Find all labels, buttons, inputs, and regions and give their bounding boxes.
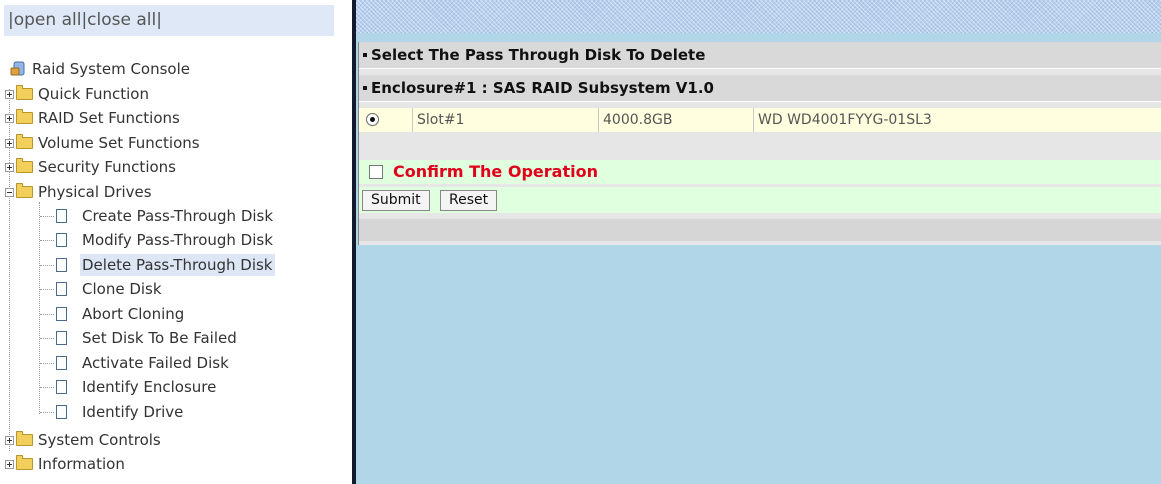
tree-connector xyxy=(40,412,54,413)
tree-item-set-disk-to-be-failed[interactable]: Set Disk To Be Failed xyxy=(0,327,340,349)
document-icon xyxy=(56,356,67,370)
form-title: Select The Pass Through Disk To Delete xyxy=(371,46,706,64)
disk-radio-button[interactable] xyxy=(366,113,379,126)
tree-folder-volume-set-functions[interactable]: Volume Set Functions xyxy=(0,132,340,154)
document-icon xyxy=(56,307,67,321)
tree-item-label: Identify Enclosure xyxy=(82,378,217,396)
document-icon xyxy=(56,331,67,345)
tree-item-activate-failed-disk[interactable]: Activate Failed Disk xyxy=(0,352,340,374)
expand-plus-icon[interactable] xyxy=(5,139,14,148)
tree-connector xyxy=(40,289,54,290)
expand-plus-icon[interactable] xyxy=(5,114,14,123)
tree-connector xyxy=(40,338,54,339)
confirm-checkbox[interactable] xyxy=(369,165,383,179)
folder-icon xyxy=(16,134,33,149)
open-all-link[interactable]: open all xyxy=(14,10,82,30)
collapse-minus-icon[interactable] xyxy=(5,188,14,197)
confirm-label[interactable]: Confirm The Operation xyxy=(393,160,598,184)
separator: | xyxy=(156,10,162,30)
folder-icon xyxy=(16,109,33,124)
delete-pass-through-form: Select The Pass Through Disk To Delete E… xyxy=(358,42,1161,245)
folder-icon xyxy=(16,85,33,100)
document-icon xyxy=(56,380,67,394)
raid-console-icon xyxy=(10,61,26,77)
tree-item-label: Set Disk To Be Failed xyxy=(82,329,237,347)
tree-item-abort-cloning[interactable]: Abort Cloning xyxy=(0,303,340,325)
expand-plus-icon[interactable] xyxy=(5,436,14,445)
tree-folder-quick-function[interactable]: Quick Function xyxy=(0,83,340,105)
tree-folder-raid-set-functions[interactable]: RAID Set Functions xyxy=(0,107,340,129)
tree-item-label: Activate Failed Disk xyxy=(82,354,229,372)
expand-plus-icon[interactable] xyxy=(5,460,14,469)
table-row[interactable]: Slot#1 4000.8GB WD WD4001FYYG-01SL3 xyxy=(359,108,1161,132)
enclosure-header: Enclosure#1 : SAS RAID Subsystem V1.0 xyxy=(359,75,1161,102)
submit-button[interactable]: Submit xyxy=(362,190,430,211)
close-all-link[interactable]: close all xyxy=(87,10,156,30)
tree-connector xyxy=(40,387,54,388)
tree-folder-label: Quick Function xyxy=(38,85,149,103)
tree-item-modify-pass-through-disk[interactable]: Modify Pass-Through Disk xyxy=(0,229,340,251)
reset-button[interactable]: Reset xyxy=(440,190,498,211)
confirm-row: Confirm The Operation xyxy=(359,160,1161,184)
form-footer-bar xyxy=(359,219,1161,241)
folder-icon xyxy=(16,158,33,173)
folder-icon xyxy=(16,183,33,198)
tree-item-label: Modify Pass-Through Disk xyxy=(82,231,273,249)
expand-plus-icon[interactable] xyxy=(5,163,14,172)
enclosure-title: Enclosure#1 : SAS RAID Subsystem V1.0 xyxy=(371,79,714,97)
form-title-bar: Select The Pass Through Disk To Delete xyxy=(359,42,1161,69)
document-icon xyxy=(56,233,67,247)
open-close-bar: |open all|close all| xyxy=(4,5,334,36)
tree-folder-label: System Controls xyxy=(38,431,161,449)
tree-item-clone-disk[interactable]: Clone Disk xyxy=(0,278,340,300)
tree-item-label: Create Pass-Through Disk xyxy=(82,207,274,225)
document-icon xyxy=(56,282,67,296)
tree-folder-label: Volume Set Functions xyxy=(38,134,200,152)
tree-connector xyxy=(40,240,54,241)
tree-item-label: Clone Disk xyxy=(82,280,162,298)
slot-cell: Slot#1 xyxy=(412,108,598,132)
tree-folder-security-functions[interactable]: Security Functions xyxy=(0,156,340,178)
document-icon xyxy=(56,209,67,223)
tree-item-create-pass-through-disk[interactable]: Create Pass-Through Disk xyxy=(0,205,340,227)
tree-connector xyxy=(40,363,54,364)
tree-folder-label: Physical Drives xyxy=(38,183,152,201)
bullet-icon xyxy=(363,53,367,57)
button-row: Submit Reset xyxy=(359,187,1161,213)
tree-folder-label: Information xyxy=(38,455,125,473)
tree-folder-label: RAID Set Functions xyxy=(38,109,180,127)
tree-folder-label: Security Functions xyxy=(38,158,176,176)
tree-item-identify-enclosure[interactable]: Identify Enclosure xyxy=(0,376,340,398)
tree-folder-physical-drives[interactable]: Physical Drives xyxy=(0,181,340,203)
capacity-cell: 4000.8GB xyxy=(598,108,753,132)
tree-connector xyxy=(40,265,54,266)
tree-folder-system-controls[interactable]: System Controls xyxy=(0,429,340,451)
tree-item-label: Abort Cloning xyxy=(82,305,185,323)
tree-item-identify-drive[interactable]: Identify Drive xyxy=(0,401,340,423)
tree-folder-information[interactable]: Information xyxy=(0,453,340,475)
tree-item-delete-pass-through-disk[interactable]: Delete Pass-Through Disk xyxy=(0,254,340,276)
model-cell: WD WD4001FYYG-01SL3 xyxy=(753,108,1161,132)
top-banner xyxy=(356,0,1161,33)
folder-icon xyxy=(16,455,33,470)
content-pane: Select The Pass Through Disk To Delete E… xyxy=(356,0,1161,484)
navigation-pane: |open all|close all| Raid System Console… xyxy=(0,0,352,484)
tree-connector xyxy=(40,216,54,217)
document-icon xyxy=(56,405,67,419)
tree-item-label-selected: Delete Pass-Through Disk xyxy=(80,254,275,276)
tree-item-label: Identify Drive xyxy=(82,403,184,421)
tree-root-label: Raid System Console xyxy=(32,60,190,78)
tree-connector xyxy=(40,314,54,315)
expand-plus-icon[interactable] xyxy=(5,90,14,99)
folder-icon xyxy=(16,431,33,446)
document-icon xyxy=(56,258,67,272)
bullet-icon xyxy=(363,86,367,90)
